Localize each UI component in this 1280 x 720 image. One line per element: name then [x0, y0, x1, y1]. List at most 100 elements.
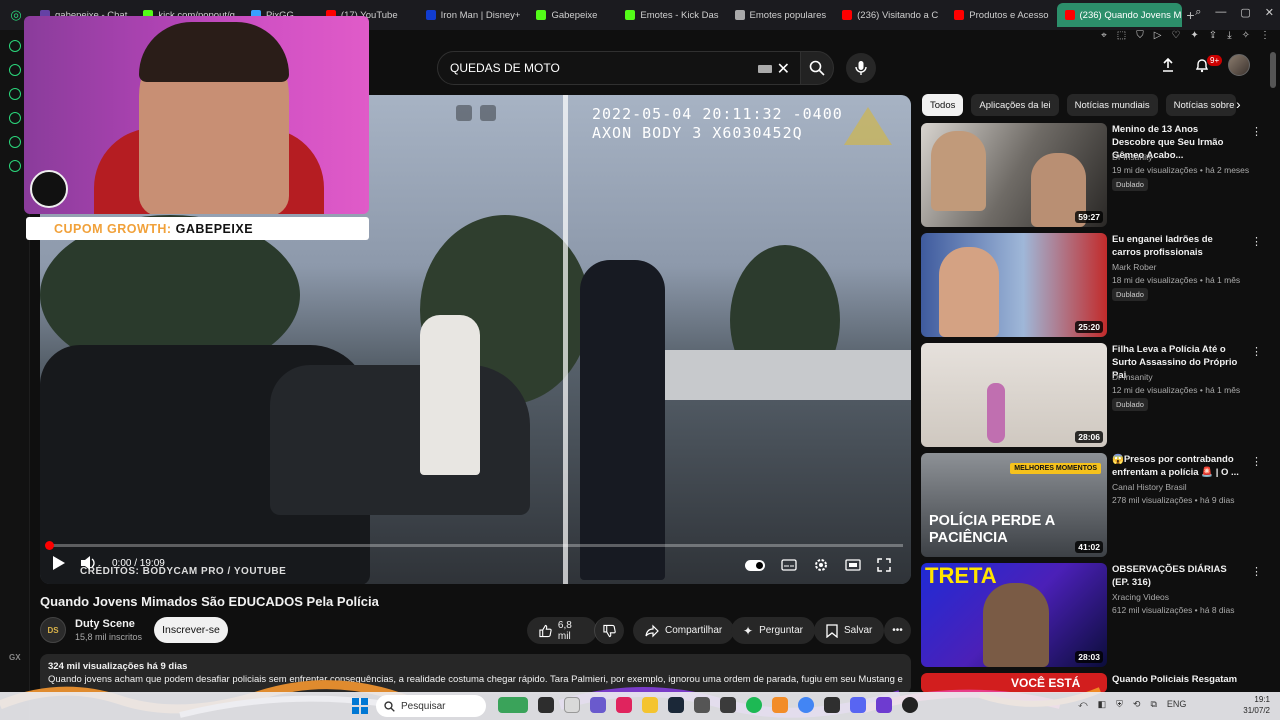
- save-button[interactable]: Salvar: [814, 617, 885, 644]
- browser-tab[interactable]: Iron Man | Disney+: [418, 3, 529, 27]
- sidebar-whatsapp-icon[interactable]: [8, 88, 21, 100]
- recommended-title[interactable]: OBSERVAÇÕES DIÁRIAS (EP. 316): [1112, 563, 1240, 589]
- more-vertical-icon[interactable]: ⋮: [1251, 235, 1262, 248]
- subtitles-icon[interactable]: [781, 559, 797, 571]
- sidebar-control-icon[interactable]: [8, 40, 21, 52]
- browser-tab[interactable]: Gabepeixe: [528, 3, 605, 27]
- shield-icon[interactable]: ⛉: [1136, 30, 1144, 44]
- recommended-title[interactable]: 😱Presos por contrabando enfrentam a polí…: [1112, 453, 1240, 479]
- sidebar-history-icon[interactable]: [8, 136, 21, 148]
- more-vertical-icon[interactable]: ⋮: [1251, 565, 1262, 578]
- steam-icon[interactable]: [668, 697, 684, 713]
- extensions-icon[interactable]: ✦: [1190, 30, 1198, 44]
- tray-icon[interactable]: ⤺: [1078, 699, 1088, 710]
- chrome-icon[interactable]: [798, 697, 814, 713]
- heart-icon[interactable]: ♡: [1171, 30, 1180, 44]
- minimize-icon[interactable]: —: [1215, 6, 1226, 19]
- dislike-button[interactable]: [594, 617, 624, 644]
- taskbar-clock[interactable]: 19:1 31/07/2: [1243, 694, 1270, 716]
- recommended-title[interactable]: Eu enganei ladrões de carros profissiona…: [1112, 233, 1240, 259]
- app-icon[interactable]: [824, 697, 840, 713]
- file-explorer-icon[interactable]: [642, 697, 658, 713]
- tray-icon[interactable]: ENG: [1167, 699, 1187, 710]
- browser-tab[interactable]: Emotes populares: [727, 3, 835, 27]
- progress-scrubber[interactable]: [45, 541, 54, 550]
- sidebar-settings-icon[interactable]: [8, 160, 21, 172]
- tray-icon[interactable]: ⧉: [1150, 699, 1156, 710]
- chip-noticias-mundiais[interactable]: Notícias mundiais: [1066, 94, 1158, 116]
- page-scrollbar[interactable]: [1270, 52, 1276, 88]
- download-icon[interactable]: ⤓: [1227, 30, 1231, 44]
- taskbar-search[interactable]: Pesquisar: [376, 695, 486, 717]
- recommended-video[interactable]: 25:20 Eu enganei ladrões de carros profi…: [921, 233, 1262, 337]
- menu-icon[interactable]: ⋮: [1260, 30, 1270, 44]
- channel-avatar[interactable]: DS: [40, 617, 66, 643]
- search-tabs-icon[interactable]: ⌕: [1195, 6, 1201, 19]
- chevron-right-icon[interactable]: ›: [1236, 96, 1241, 112]
- more-vertical-icon[interactable]: ⋮: [1251, 345, 1262, 358]
- browser-tab-active[interactable]: (236) Quando Jovens M: [1056, 3, 1182, 27]
- progress-bar[interactable]: [45, 541, 903, 550]
- chip-noticias-sobre[interactable]: Notícias sobre: [1165, 94, 1236, 116]
- fullscreen-icon[interactable]: [877, 558, 891, 572]
- volume-icon[interactable]: [80, 555, 98, 571]
- tray-icon[interactable]: ◧: [1098, 699, 1107, 710]
- more-vertical-icon[interactable]: ⋮: [1251, 455, 1262, 468]
- share-icon[interactable]: ⇪: [1209, 30, 1217, 44]
- recommended-video[interactable]: TRETA 28:03 OBSERVAÇÕES DIÁRIAS (EP. 316…: [921, 563, 1262, 667]
- search-button[interactable]: [800, 51, 834, 85]
- recommended-video[interactable]: 59:27 Menino de 13 Anos Descobre que Seu…: [921, 123, 1262, 227]
- browser-tab[interactable]: Emotes - Kick Das: [617, 3, 726, 27]
- app-icon[interactable]: [564, 697, 580, 713]
- recommended-channel[interactable]: Dr Insanity: [1112, 372, 1153, 382]
- browser-tab[interactable]: (236) Visitando a C: [834, 3, 946, 27]
- recommended-channel[interactable]: Xracing Videos: [1112, 592, 1169, 602]
- app-icon[interactable]: [720, 697, 736, 713]
- share-button[interactable]: Compartilhar: [633, 617, 735, 644]
- next-icon[interactable]: [480, 105, 496, 121]
- copilot-icon[interactable]: [590, 697, 606, 713]
- voice-search-button[interactable]: [846, 53, 876, 83]
- sidebar-messenger-icon[interactable]: [8, 112, 21, 124]
- miniplayer-icon[interactable]: [456, 105, 472, 121]
- close-icon[interactable]: ✕: [1265, 6, 1274, 19]
- like-button[interactable]: 6,8 mil: [527, 617, 597, 644]
- recommended-video[interactable]: 28:06 Filha Leva a Polícia Até o Surto A…: [921, 343, 1262, 447]
- video-thumbnail[interactable]: TRETA 28:03: [921, 563, 1107, 667]
- chip-todos[interactable]: Todos: [922, 94, 964, 116]
- ask-button[interactable]: ✦ Perguntar: [731, 617, 815, 644]
- screenshot-icon[interactable]: ⬚: [1117, 30, 1126, 44]
- theater-mode-icon[interactable]: [845, 559, 861, 571]
- recommended-channel[interactable]: Mark Rober: [1112, 262, 1156, 272]
- more-vertical-icon[interactable]: ⋮: [1251, 125, 1262, 138]
- windows-start-icon[interactable]: [352, 698, 368, 714]
- more-actions-button[interactable]: •••: [884, 617, 911, 644]
- keyboard-icon[interactable]: [758, 65, 772, 73]
- app-icon[interactable]: [876, 697, 892, 713]
- tray-icon[interactable]: ⟲: [1133, 699, 1141, 710]
- video-thumbnail[interactable]: 25:20: [921, 233, 1107, 337]
- maximize-icon[interactable]: ▢: [1240, 6, 1250, 19]
- recommended-video[interactable]: MELHORES MOMENTOS POLÍCIA PERDE A PACIÊN…: [921, 453, 1262, 557]
- user-avatar[interactable]: [1228, 54, 1250, 76]
- play-icon[interactable]: [52, 555, 66, 571]
- task-view-icon[interactable]: [538, 697, 554, 713]
- pin-icon[interactable]: ⌖: [1101, 30, 1107, 44]
- autoplay-toggle[interactable]: [745, 559, 765, 571]
- channel-name[interactable]: Duty Scene: [75, 618, 135, 630]
- chip-aplicacoes-da-lei[interactable]: Aplicações da lei: [971, 94, 1059, 116]
- recommended-channel[interactable]: Dr Insanity: [1112, 152, 1153, 162]
- widgets-icon[interactable]: [498, 697, 528, 713]
- video-thumbnail[interactable]: MELHORES MOMENTOS POLÍCIA PERDE A PACIÊN…: [921, 453, 1107, 557]
- app-icon[interactable]: [772, 697, 788, 713]
- opera-icon[interactable]: [616, 697, 632, 713]
- settings-gear-icon[interactable]: [813, 557, 829, 573]
- clear-search-icon[interactable]: ✕: [777, 59, 790, 79]
- tray-icon[interactable]: ⛨: [1116, 699, 1123, 710]
- recommended-channel[interactable]: Canal History Brasil: [1112, 482, 1187, 492]
- sidebar-twitch-icon[interactable]: [8, 64, 21, 76]
- video-thumbnail[interactable]: 59:27: [921, 123, 1107, 227]
- app-icon[interactable]: [694, 697, 710, 713]
- play-icon[interactable]: ▷: [1154, 30, 1162, 44]
- video-thumbnail[interactable]: 28:06: [921, 343, 1107, 447]
